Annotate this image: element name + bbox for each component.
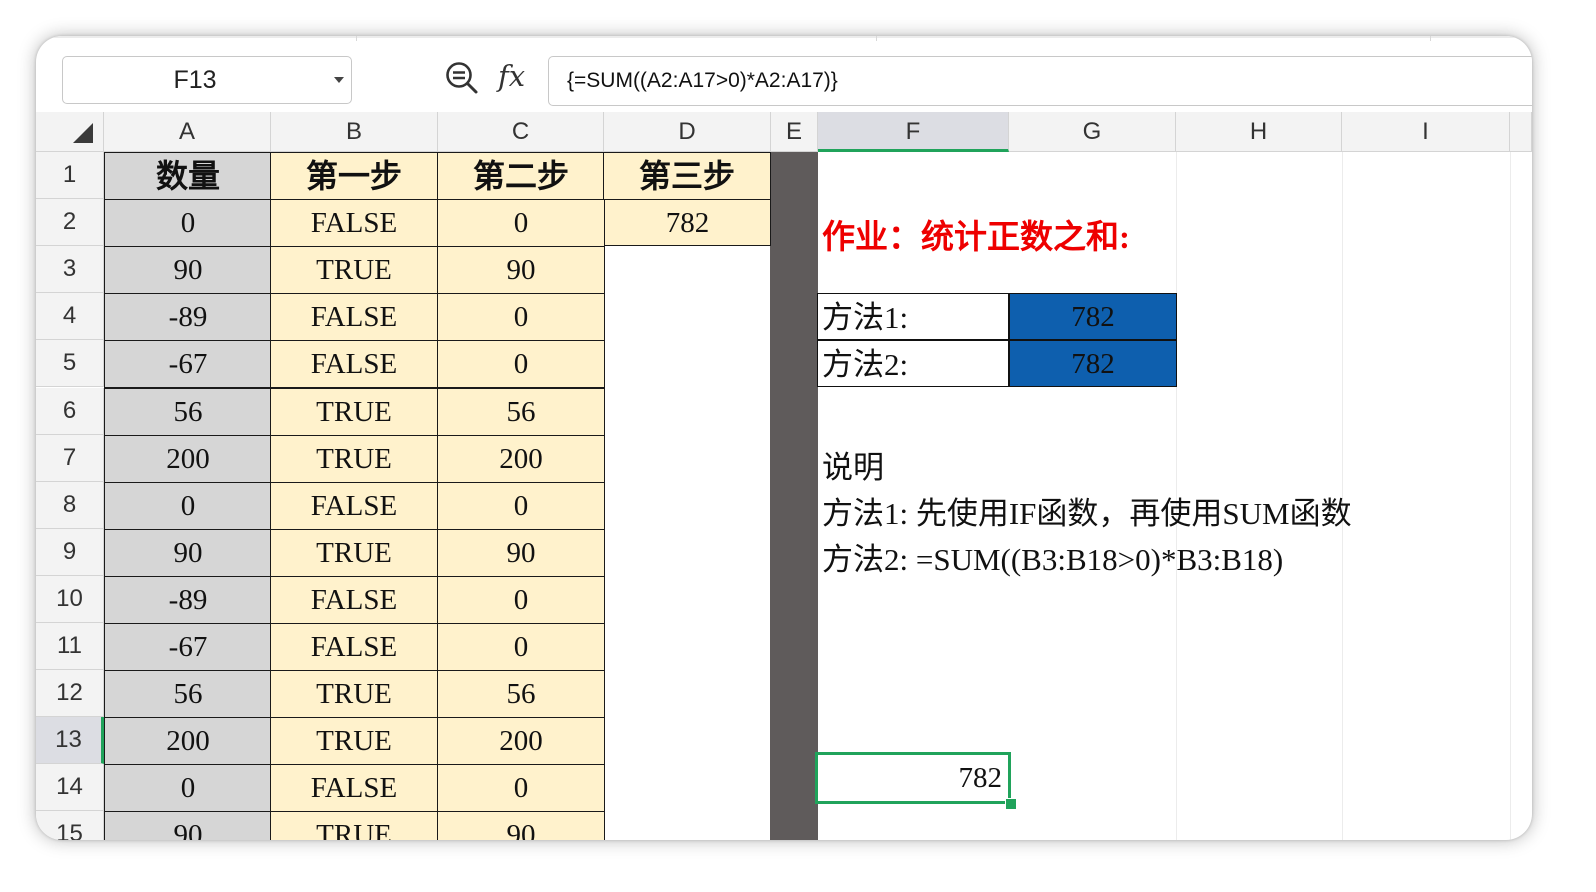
row-header-12[interactable]: 12 bbox=[36, 670, 104, 718]
cell-b2[interactable]: FALSE bbox=[270, 199, 438, 248]
name-box[interactable]: F13 bbox=[62, 56, 352, 104]
cell-a6[interactable]: 56 bbox=[104, 387, 272, 436]
row-header-8[interactable]: 8 bbox=[36, 481, 104, 529]
column-header-next[interactable] bbox=[1510, 112, 1532, 152]
column-header-a[interactable]: A bbox=[104, 112, 271, 152]
row-header-5[interactable]: 5 bbox=[36, 340, 104, 388]
cell-c5[interactable]: 0 bbox=[437, 340, 605, 389]
top-divider bbox=[1430, 36, 1431, 41]
cell-a8[interactable]: 0 bbox=[104, 481, 272, 530]
column-header-d[interactable]: D bbox=[604, 112, 771, 152]
cell-b5[interactable]: FALSE bbox=[270, 340, 438, 389]
cell-b14[interactable]: FALSE bbox=[270, 764, 438, 813]
row-header-2[interactable]: 2 bbox=[36, 199, 104, 247]
row-header-7[interactable]: 7 bbox=[36, 434, 104, 482]
row-header-4[interactable]: 4 bbox=[36, 293, 104, 341]
row-header-14[interactable]: 14 bbox=[36, 764, 104, 812]
method2-label[interactable]: 方法2: bbox=[817, 340, 1009, 387]
cell-b13[interactable]: TRUE bbox=[270, 717, 438, 766]
cell-c15[interactable]: 90 bbox=[437, 811, 605, 840]
fill-handle[interactable] bbox=[1005, 798, 1017, 810]
top-border bbox=[36, 36, 1532, 38]
cell-b12[interactable]: TRUE bbox=[270, 670, 438, 719]
notes-line1: 方法1: 先使用IF函数，再使用SUM函数 bbox=[822, 496, 1352, 531]
method2-value[interactable]: 782 bbox=[1009, 340, 1177, 387]
cell-b6[interactable]: TRUE bbox=[270, 387, 438, 436]
cell-a12[interactable]: 56 bbox=[104, 670, 272, 719]
column-header-b[interactable]: B bbox=[271, 112, 438, 152]
cell-b15[interactable]: TRUE bbox=[270, 811, 438, 840]
cell-b11[interactable]: FALSE bbox=[270, 623, 438, 671]
cell-b1[interactable]: 第一步 bbox=[270, 152, 438, 200]
column-header-c[interactable]: C bbox=[438, 112, 604, 152]
fx-icon[interactable]: fx bbox=[498, 58, 532, 94]
cell-b7[interactable]: TRUE bbox=[270, 434, 438, 483]
row-header-15[interactable]: 15 bbox=[36, 811, 104, 840]
spreadsheet-window: F13 fx {=SUM((A2:A17>0)*A2:A17)} ABCDEFG… bbox=[36, 36, 1532, 840]
column-e-fill bbox=[770, 152, 818, 840]
gridline bbox=[1510, 152, 1511, 840]
cell-a1[interactable]: 数量 bbox=[104, 152, 272, 200]
row-header-11[interactable]: 11 bbox=[36, 623, 104, 670]
cell-b10[interactable]: FALSE bbox=[270, 575, 438, 624]
select-all-corner[interactable] bbox=[36, 112, 104, 152]
row-header-3[interactable]: 3 bbox=[36, 246, 104, 294]
cell-c13[interactable]: 200 bbox=[437, 717, 605, 766]
cell-a3[interactable]: 90 bbox=[104, 246, 272, 295]
cell-a15[interactable]: 90 bbox=[104, 811, 272, 840]
row-header-6[interactable]: 6 bbox=[36, 387, 104, 435]
cell-a10[interactable]: -89 bbox=[104, 575, 272, 624]
cell-a13[interactable]: 200 bbox=[104, 717, 272, 766]
cell-a11[interactable]: -67 bbox=[104, 623, 272, 671]
cell-c4[interactable]: 0 bbox=[437, 293, 605, 342]
cell-a7[interactable]: 200 bbox=[104, 434, 272, 483]
name-box-value: F13 bbox=[173, 66, 217, 94]
cell-c3[interactable]: 90 bbox=[437, 246, 605, 295]
cell-a4[interactable]: -89 bbox=[104, 293, 272, 342]
cell-a2[interactable]: 0 bbox=[104, 199, 272, 248]
row-header-9[interactable]: 9 bbox=[36, 528, 104, 576]
cell-c10[interactable]: 0 bbox=[437, 575, 605, 624]
cell-c8[interactable]: 0 bbox=[437, 481, 605, 530]
row-header-13[interactable]: 13 bbox=[36, 717, 104, 765]
cell-c2[interactable]: 0 bbox=[437, 199, 605, 248]
top-divider bbox=[876, 36, 877, 41]
cell-c9[interactable]: 90 bbox=[437, 528, 605, 577]
cell-a5[interactable]: -67 bbox=[104, 340, 272, 389]
notes-line2: 方法2: =SUM((B3:B18>0)*B3:B18) bbox=[822, 542, 1284, 577]
cell-d2[interactable]: 782 bbox=[604, 199, 771, 246]
column-header-i[interactable]: I bbox=[1342, 112, 1510, 152]
cell-c7[interactable]: 200 bbox=[437, 434, 605, 483]
cell-c14[interactable]: 0 bbox=[437, 764, 605, 813]
column-header-f[interactable]: F bbox=[818, 112, 1009, 152]
notes-heading: 说明 bbox=[822, 450, 884, 485]
task-title: 作业：统计正数之和: bbox=[822, 220, 1130, 256]
zoom-out-icon[interactable] bbox=[444, 60, 480, 96]
formula-bar[interactable]: {=SUM((A2:A17>0)*A2:A17)} bbox=[548, 56, 1532, 106]
cell-d1[interactable]: 第三步 bbox=[603, 152, 771, 200]
cell-b8[interactable]: FALSE bbox=[270, 481, 438, 530]
selected-cell-f13[interactable]: 782 bbox=[815, 752, 1011, 804]
row-header-1[interactable]: 1 bbox=[36, 152, 104, 199]
dropdown-caret-icon[interactable] bbox=[334, 77, 344, 83]
cell-b3[interactable]: TRUE bbox=[270, 246, 438, 295]
cell-c6[interactable]: 56 bbox=[437, 387, 605, 436]
method1-label[interactable]: 方法1: bbox=[817, 293, 1009, 340]
cell-b4[interactable]: FALSE bbox=[270, 293, 438, 342]
cell-c11[interactable]: 0 bbox=[437, 623, 605, 671]
cell-c1[interactable]: 第二步 bbox=[437, 152, 605, 200]
row-header-10[interactable]: 10 bbox=[36, 575, 104, 623]
top-divider bbox=[356, 36, 357, 41]
select-all-triangle-icon bbox=[73, 123, 93, 143]
cell-a9[interactable]: 90 bbox=[104, 528, 272, 577]
column-header-e[interactable]: E bbox=[771, 112, 818, 152]
cell-a14[interactable]: 0 bbox=[104, 764, 272, 813]
cell-c12[interactable]: 56 bbox=[437, 670, 605, 719]
column-header-g[interactable]: G bbox=[1009, 112, 1176, 152]
cell-b9[interactable]: TRUE bbox=[270, 528, 438, 577]
method1-value[interactable]: 782 bbox=[1009, 293, 1177, 340]
sheet-grid[interactable]: ABCDEFGHI 1 2 3 4 5 6 7 8 9 10 11 12 13 14 15 数量 第一步 第二步… bbox=[36, 112, 1532, 840]
formula-text: {=SUM((A2:A17>0)*A2:A17)} bbox=[567, 69, 838, 92]
column-header-h[interactable]: H bbox=[1176, 112, 1342, 152]
